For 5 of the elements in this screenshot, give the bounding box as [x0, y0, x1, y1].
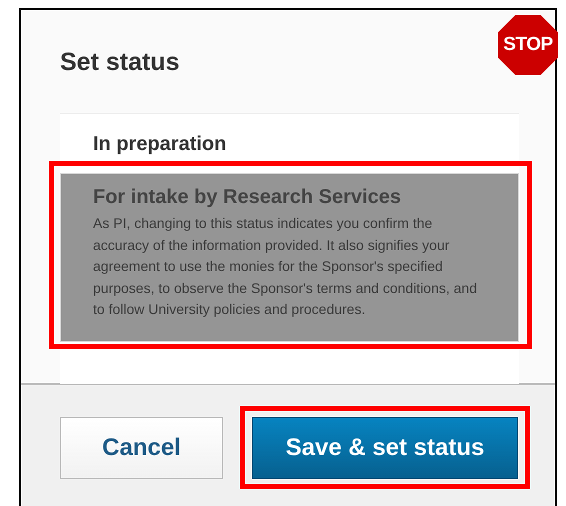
status-title: For intake by Research Services: [93, 186, 402, 209]
save-button[interactable]: Save & set status: [252, 417, 518, 479]
cancel-button[interactable]: Cancel: [60, 417, 223, 479]
status-description: As PI, changing to this status indicates you confirm the accuracy of the information provided. It also signifies your agreement to use the monies for the Sponsor's specified purposes, to observe the Sponsor's terms and conditions, and to follow University policies and procedures.: [93, 214, 478, 320]
dialog-title: Set status: [60, 47, 180, 78]
